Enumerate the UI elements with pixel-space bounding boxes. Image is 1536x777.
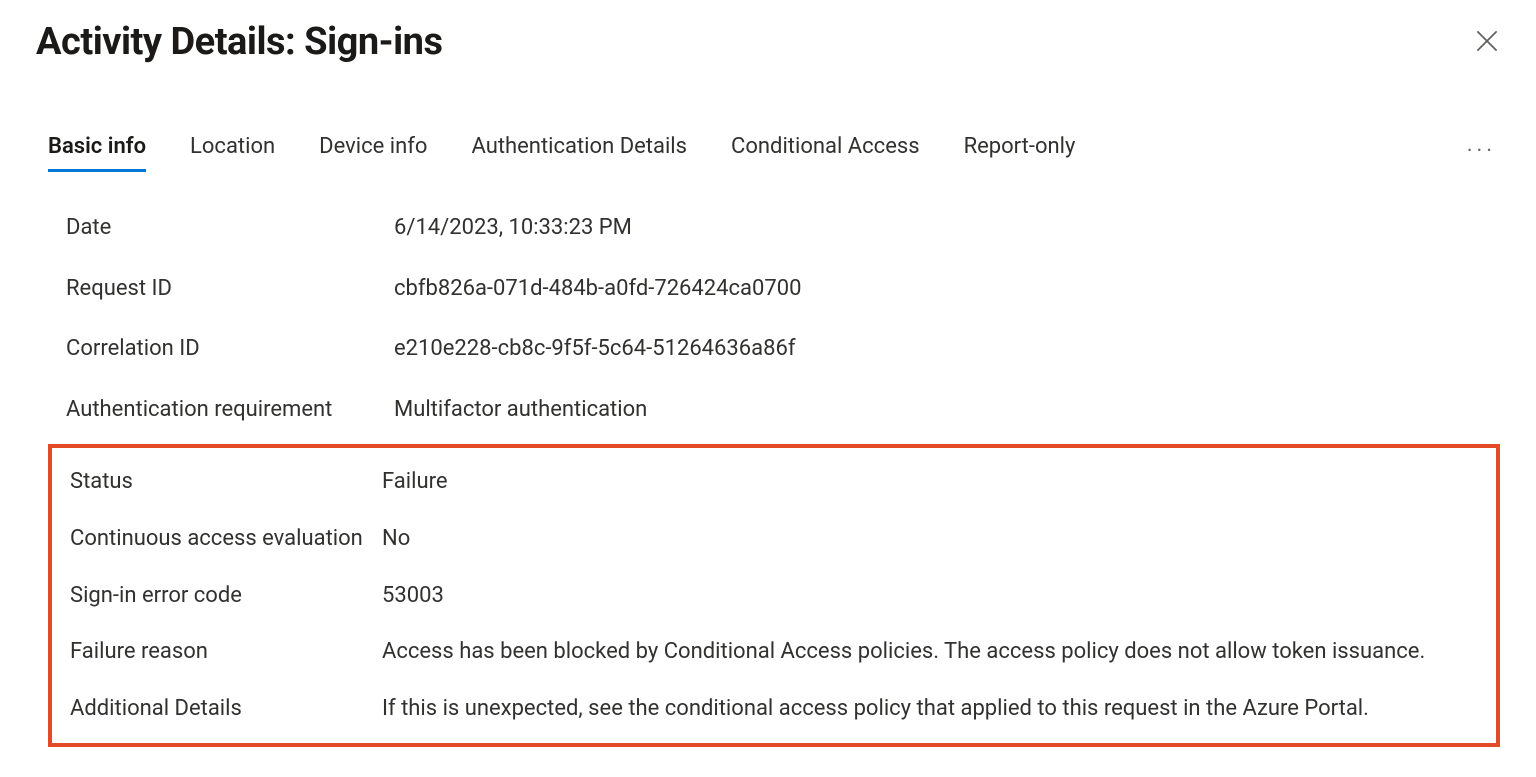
- row-auth-requirement: Authentication requirement Multifactor a…: [66, 380, 1500, 441]
- tabs: Basic info Location Device info Authenti…: [48, 134, 1075, 172]
- tabs-overflow-button[interactable]: ···: [1463, 135, 1500, 172]
- panel-header: Activity Details: Sign-ins: [36, 20, 1500, 64]
- row-additional-details: Additional Details If this is unexpected…: [70, 681, 1480, 738]
- row-cae: Continuous access evaluation No: [70, 511, 1480, 568]
- row-status: Status Failure: [70, 454, 1480, 511]
- panel-title: Activity Details: Sign-ins: [36, 20, 442, 64]
- label-status: Status: [70, 468, 382, 497]
- value-correlation-id: e210e228-cb8c-9f5f-5c64-51264636a86f: [394, 335, 1500, 364]
- value-auth-requirement: Multifactor authentication: [394, 396, 1500, 425]
- value-request-id: cbfb826a-071d-484b-a0fd-726424ca0700: [394, 275, 1500, 304]
- row-correlation-id: Correlation ID e210e228-cb8c-9f5f-5c64-5…: [66, 319, 1500, 380]
- tab-location[interactable]: Location: [190, 134, 275, 172]
- basic-info-details: Date 6/14/2023, 10:33:23 PM Request ID c…: [36, 198, 1500, 440]
- tab-device-info[interactable]: Device info: [319, 134, 427, 172]
- label-auth-requirement: Authentication requirement: [66, 396, 394, 425]
- value-additional-details: If this is unexpected, see the condition…: [382, 695, 1480, 724]
- row-failure-reason: Failure reason Access has been blocked b…: [70, 624, 1480, 681]
- tab-authentication-details[interactable]: Authentication Details: [471, 134, 687, 172]
- close-icon: [1476, 30, 1498, 52]
- label-error-code: Sign-in error code: [70, 582, 382, 611]
- label-request-id: Request ID: [66, 275, 394, 304]
- label-failure-reason: Failure reason: [70, 638, 382, 667]
- failure-highlight-box: Status Failure Continuous access evaluat…: [48, 444, 1500, 747]
- label-cae: Continuous access evaluation: [70, 525, 382, 554]
- tab-report-only[interactable]: Report-only: [964, 134, 1076, 172]
- label-correlation-id: Correlation ID: [66, 335, 394, 364]
- tab-basic-info[interactable]: Basic info: [48, 134, 146, 172]
- tabs-row: Basic info Location Device info Authenti…: [36, 134, 1500, 172]
- label-additional-details: Additional Details: [70, 695, 382, 724]
- tab-conditional-access[interactable]: Conditional Access: [731, 134, 920, 172]
- value-failure-reason: Access has been blocked by Conditional A…: [382, 638, 1480, 667]
- row-request-id: Request ID cbfb826a-071d-484b-a0fd-72642…: [66, 259, 1500, 320]
- value-cae: No: [382, 525, 1480, 554]
- value-status: Failure: [382, 468, 1480, 497]
- row-error-code: Sign-in error code 53003: [70, 568, 1480, 625]
- value-date: 6/14/2023, 10:33:23 PM: [394, 214, 1500, 243]
- close-button[interactable]: [1470, 24, 1504, 58]
- value-error-code: 53003: [382, 582, 1480, 611]
- activity-details-panel: Activity Details: Sign-ins Basic info Lo…: [0, 0, 1536, 777]
- label-date: Date: [66, 214, 394, 243]
- row-date: Date 6/14/2023, 10:33:23 PM: [66, 198, 1500, 259]
